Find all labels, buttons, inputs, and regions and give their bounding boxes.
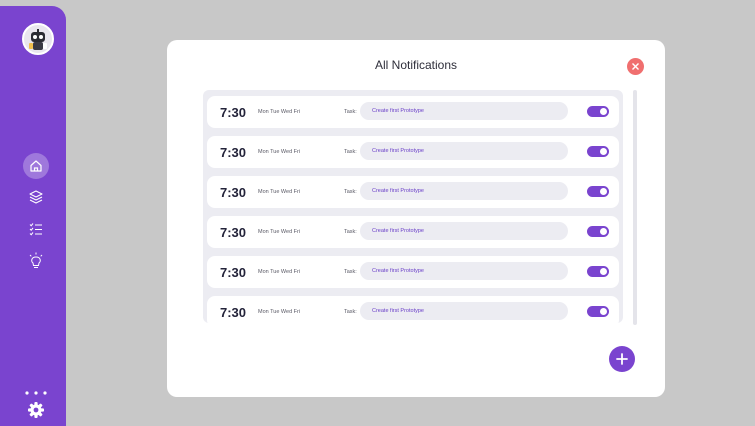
checklist-icon bbox=[29, 223, 42, 236]
task-label: Task: bbox=[344, 229, 357, 235]
home-icon bbox=[30, 160, 42, 172]
scrollbar[interactable] bbox=[633, 90, 637, 325]
task-label: Task: bbox=[344, 309, 357, 315]
notification-time: 7:30 bbox=[220, 225, 247, 240]
task-field[interactable]: Create first Prototype bbox=[360, 302, 568, 320]
task-field[interactable]: Create first Prototype bbox=[360, 182, 568, 200]
task-field[interactable]: Create first Prototype bbox=[360, 262, 568, 280]
more-dots-icon[interactable] bbox=[24, 384, 50, 395]
gear-icon[interactable] bbox=[26, 400, 46, 420]
task-field[interactable]: Create first Prototype bbox=[360, 142, 568, 160]
task-field[interactable]: Create first Prototype bbox=[360, 222, 568, 240]
notifications-modal: All Notifications 7:30 Mon Tue Wed Fri T… bbox=[167, 40, 665, 397]
notification-days: Mon Tue Wed Fri bbox=[258, 309, 301, 315]
notification-toggle[interactable] bbox=[587, 106, 609, 117]
notification-time: 7:30 bbox=[220, 305, 247, 320]
task-label: Task: bbox=[344, 109, 357, 115]
sidebar bbox=[0, 6, 66, 426]
notification-time: 7:30 bbox=[220, 105, 247, 120]
notification-days: Mon Tue Wed Fri bbox=[258, 189, 301, 195]
notification-days: Mon Tue Wed Fri bbox=[258, 109, 301, 115]
avatar[interactable] bbox=[22, 23, 54, 55]
notification-days: Mon Tue Wed Fri bbox=[258, 149, 301, 155]
notification-row[interactable]: 7:30 Mon Tue Wed Fri Task: Create first … bbox=[207, 256, 619, 288]
close-button[interactable] bbox=[627, 58, 644, 75]
lightbulb-icon bbox=[29, 252, 43, 268]
notification-toggle[interactable] bbox=[587, 306, 609, 317]
nav-ideas[interactable] bbox=[23, 248, 49, 274]
notification-list[interactable]: 7:30 Mon Tue Wed Fri Task: Create first … bbox=[203, 90, 623, 323]
notification-row[interactable]: 7:30 Mon Tue Wed Fri Task: Create first … bbox=[207, 96, 619, 128]
toggle-knob bbox=[600, 268, 607, 275]
layers-icon bbox=[29, 190, 43, 204]
notification-row[interactable]: 7:30 Mon Tue Wed Fri Task: Create first … bbox=[207, 296, 619, 323]
toggle-knob bbox=[600, 308, 607, 315]
toggle-knob bbox=[600, 188, 607, 195]
notification-toggle[interactable] bbox=[587, 226, 609, 237]
notification-days: Mon Tue Wed Fri bbox=[258, 269, 301, 275]
nav-home[interactable] bbox=[23, 153, 49, 179]
plus-icon bbox=[616, 353, 628, 365]
notification-time: 7:30 bbox=[220, 145, 247, 160]
notification-row[interactable]: 7:30 Mon Tue Wed Fri Task: Create first … bbox=[207, 136, 619, 168]
notification-toggle[interactable] bbox=[587, 146, 609, 157]
modal-title: All Notifications bbox=[374, 58, 458, 72]
task-label: Task: bbox=[344, 269, 357, 275]
add-notification-button[interactable] bbox=[609, 346, 635, 372]
nav-checklist[interactable] bbox=[23, 216, 49, 242]
task-label: Task: bbox=[344, 149, 357, 155]
notification-row[interactable]: 7:30 Mon Tue Wed Fri Task: Create first … bbox=[207, 176, 619, 208]
notification-time: 7:30 bbox=[220, 185, 247, 200]
toggle-knob bbox=[600, 108, 607, 115]
task-field[interactable]: Create first Prototype bbox=[360, 102, 568, 120]
notification-toggle[interactable] bbox=[587, 266, 609, 277]
nav-layers[interactable] bbox=[23, 184, 49, 210]
notification-time: 7:30 bbox=[220, 265, 247, 280]
notification-toggle[interactable] bbox=[587, 186, 609, 197]
toggle-knob bbox=[600, 148, 607, 155]
robot-avatar-image bbox=[29, 29, 47, 50]
task-label: Task: bbox=[344, 189, 357, 195]
toggle-knob bbox=[600, 228, 607, 235]
notification-days: Mon Tue Wed Fri bbox=[258, 229, 301, 235]
close-icon bbox=[632, 63, 639, 70]
notification-row[interactable]: 7:30 Mon Tue Wed Fri Task: Create first … bbox=[207, 216, 619, 248]
